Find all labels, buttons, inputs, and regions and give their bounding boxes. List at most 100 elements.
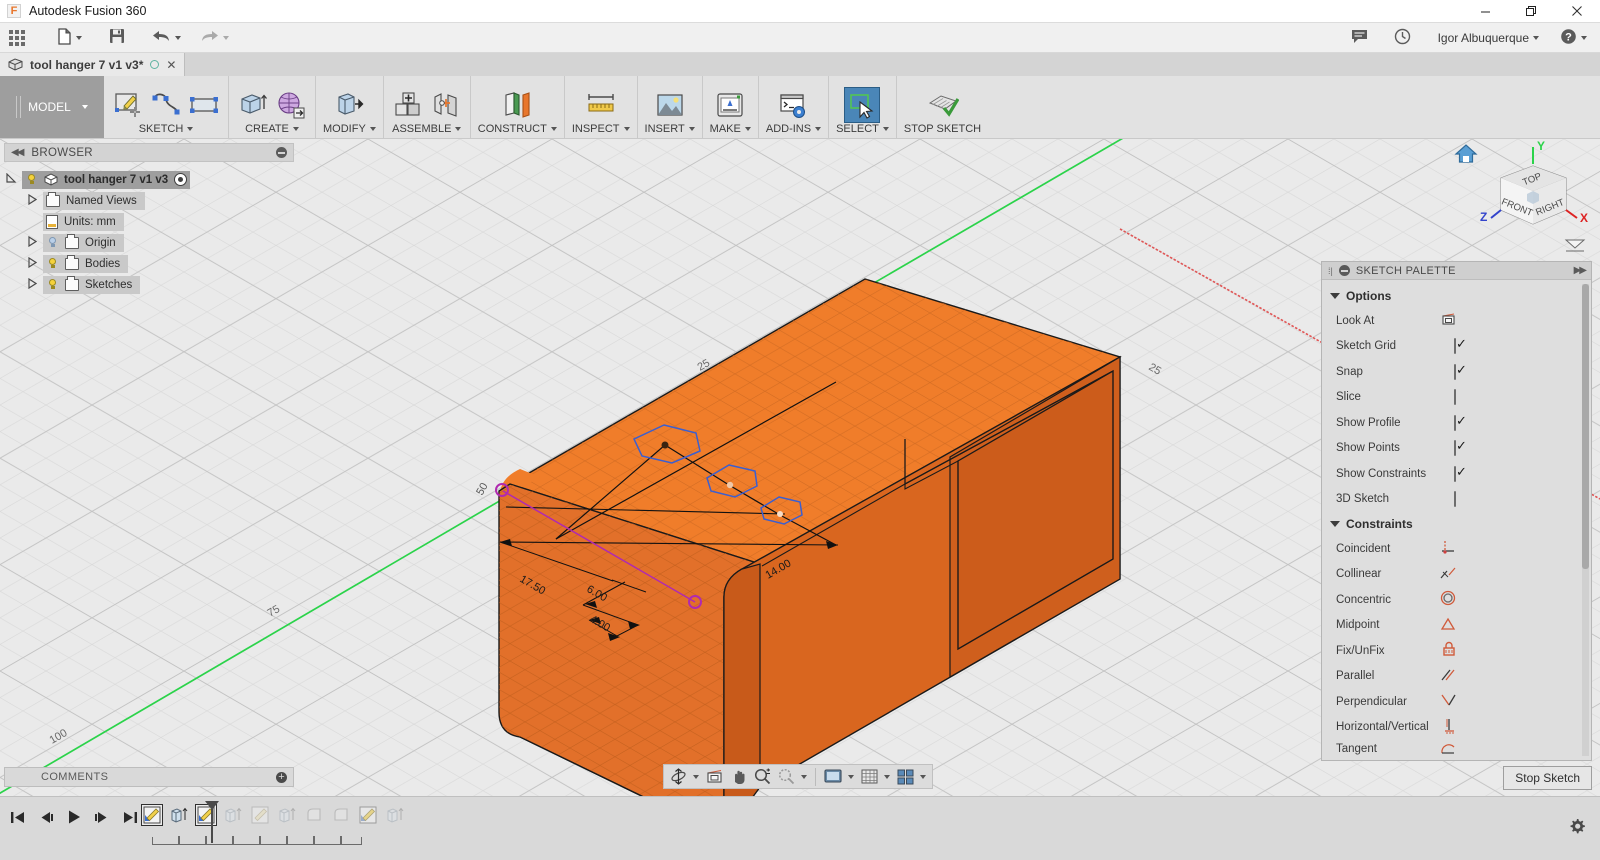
parallel-constraint-icon[interactable] — [1440, 668, 1456, 685]
browser-item-bodies[interactable]: Bodies — [4, 253, 294, 274]
document-tab[interactable]: tool hanger 7 v1 v3* ✕ — [0, 53, 185, 76]
palette-row-3d-sketch[interactable]: 3D Sketch — [1322, 487, 1591, 513]
palette-row-midpoint[interactable]: Midpoint — [1322, 613, 1591, 639]
twisty-open-icon[interactable] — [4, 173, 18, 186]
section-header-options[interactable]: Options — [1322, 284, 1591, 308]
minimize-circle-icon[interactable] — [1339, 265, 1350, 276]
help-button[interactable]: ? — [1555, 25, 1592, 51]
grid-snaps-button[interactable] — [859, 767, 892, 787]
close-x-icon[interactable]: ✕ — [166, 59, 176, 71]
fix-unfix-lock-icon[interactable] — [1442, 641, 1456, 660]
palette-row-snap[interactable]: Snap — [1322, 359, 1591, 385]
offset-plane-button[interactable] — [500, 88, 534, 122]
display-settings-button[interactable] — [822, 767, 856, 787]
timeline-feature-fillet-2[interactable] — [330, 804, 352, 826]
collinear-constraint-icon[interactable] — [1440, 566, 1456, 583]
palette-row-collinear[interactable]: Collinear — [1322, 562, 1591, 588]
palette-row-horizontal-vertical[interactable]: Horizontal/Vertical — [1322, 715, 1591, 741]
timeline-marker[interactable] — [203, 801, 221, 846]
ribbon-group-label-construct[interactable]: CONSTRUCT — [478, 123, 557, 135]
step-back-button[interactable] — [38, 810, 54, 828]
joint-button[interactable] — [429, 88, 463, 122]
go-to-end-button[interactable] — [122, 810, 138, 828]
spline-button[interactable] — [149, 88, 183, 122]
insert-image-button[interactable] — [653, 88, 687, 122]
browser-item-named-views[interactable]: Named Views — [4, 190, 294, 211]
rectangle-button[interactable] — [187, 88, 221, 122]
add-comment-icon[interactable] — [276, 772, 287, 783]
ribbon-group-label-stop-sketch[interactable]: STOP SKETCH — [904, 123, 981, 135]
twisty-closed-icon[interactable] — [25, 236, 39, 249]
visibility-bulb-icon[interactable] — [25, 173, 38, 187]
redo-button[interactable] — [195, 25, 234, 51]
palette-row-concentric[interactable]: Concentric — [1322, 587, 1591, 613]
minimize-button[interactable] — [1462, 0, 1508, 23]
comments-panel[interactable]: COMMENTS — [4, 767, 294, 787]
palette-row-slice[interactable]: Slice — [1322, 385, 1591, 411]
timeline-feature-extrude-4[interactable] — [384, 804, 406, 826]
ribbon-group-label-addins[interactable]: ADD-INS — [766, 123, 821, 135]
timeline-feature-extrude-1[interactable] — [168, 804, 190, 826]
sketch-grid-checkbox[interactable] — [1454, 338, 1456, 354]
workspace-selector[interactable]: MODEL — [0, 76, 104, 138]
twisty-closed-icon[interactable] — [25, 257, 39, 270]
visibility-bulb-icon[interactable] — [46, 236, 59, 250]
look-at-icon[interactable] — [1441, 312, 1456, 329]
palette-row-look-at[interactable]: Look At — [1322, 308, 1591, 334]
minimize-circle-icon[interactable] — [276, 147, 287, 158]
step-forward-button[interactable] — [94, 810, 110, 828]
snap-checkbox[interactable] — [1454, 364, 1456, 380]
twisty-closed-icon[interactable] — [25, 278, 39, 291]
timeline-feature-extrude-3[interactable] — [276, 804, 298, 826]
scripts-addins-button[interactable] — [776, 88, 810, 122]
show-profile-checkbox[interactable] — [1454, 415, 1456, 431]
user-account-menu[interactable]: Igor Albuquerque — [1432, 26, 1545, 50]
stop-sketch-button[interactable]: Stop Sketch — [1503, 766, 1592, 790]
form-mesh-button[interactable] — [274, 88, 308, 122]
ribbon-group-label-modify[interactable]: MODIFY — [323, 123, 376, 135]
ribbon-group-label-create[interactable]: CREATE — [245, 123, 299, 135]
palette-row-sketch-grid[interactable]: Sketch Grid — [1322, 334, 1591, 360]
timeline-feature-sketch-1[interactable] — [141, 804, 163, 826]
palette-row-coincident[interactable]: Coincident — [1322, 536, 1591, 562]
concentric-constraint-icon[interactable] — [1440, 590, 1456, 609]
palette-row-show-profile[interactable]: Show Profile — [1322, 410, 1591, 436]
play-button[interactable] — [66, 809, 82, 828]
activate-radio-icon[interactable] — [174, 173, 187, 186]
ribbon-group-label-inspect[interactable]: INSPECT — [572, 123, 630, 135]
show-points-checkbox[interactable] — [1454, 440, 1456, 456]
ribbon-group-label-insert[interactable]: INSERT — [645, 123, 695, 135]
tangent-constraint-icon[interactable] — [1440, 741, 1456, 758]
timeline-feature-extrude-2[interactable] — [222, 804, 244, 826]
timeline-feature-sketch-4[interactable] — [357, 804, 379, 826]
browser-item-origin[interactable]: Origin — [4, 232, 294, 253]
palette-row-show-constraints[interactable]: Show Constraints — [1322, 461, 1591, 487]
zoom-button[interactable] — [752, 767, 773, 787]
new-component-button[interactable] — [391, 88, 425, 122]
browser-item-sketches[interactable]: Sketches — [4, 274, 294, 295]
ribbon-group-label-sketch[interactable]: SKETCH — [139, 123, 194, 135]
ribbon-group-label-select[interactable]: SELECT — [836, 123, 889, 135]
horizontal-vertical-constraint-icon[interactable] — [1442, 718, 1456, 737]
maximize-button[interactable] — [1508, 0, 1554, 23]
3d-print-button[interactable] — [713, 88, 747, 122]
slice-checkbox[interactable] — [1454, 389, 1456, 405]
midpoint-constraint-icon[interactable] — [1440, 617, 1456, 634]
palette-row-perpendicular[interactable]: Perpendicular — [1322, 689, 1591, 715]
new-file-button[interactable] — [52, 25, 87, 51]
collapse-left-icon[interactable]: ◀◀ — [11, 147, 22, 158]
create-sketch-button[interactable] — [111, 88, 145, 122]
apps-grid-button[interactable] — [4, 25, 30, 51]
perpendicular-constraint-icon[interactable] — [1440, 693, 1456, 710]
press-pull-button[interactable] — [332, 88, 366, 122]
look-at-button[interactable] — [704, 767, 725, 787]
ribbon-group-label-make[interactable]: MAKE — [710, 123, 751, 135]
timeline-track[interactable] — [152, 837, 362, 845]
select-button[interactable] — [845, 88, 879, 122]
save-button[interactable] — [104, 25, 130, 51]
palette-row-tangent[interactable]: Tangent — [1322, 740, 1591, 758]
timeline-feature-fillet-1[interactable] — [303, 804, 325, 826]
browser-item-units[interactable]: Units: mm — [4, 211, 294, 232]
drag-grip-icon[interactable]: ⁞| — [1328, 266, 1333, 276]
timeline-settings-button[interactable] — [1568, 817, 1586, 838]
